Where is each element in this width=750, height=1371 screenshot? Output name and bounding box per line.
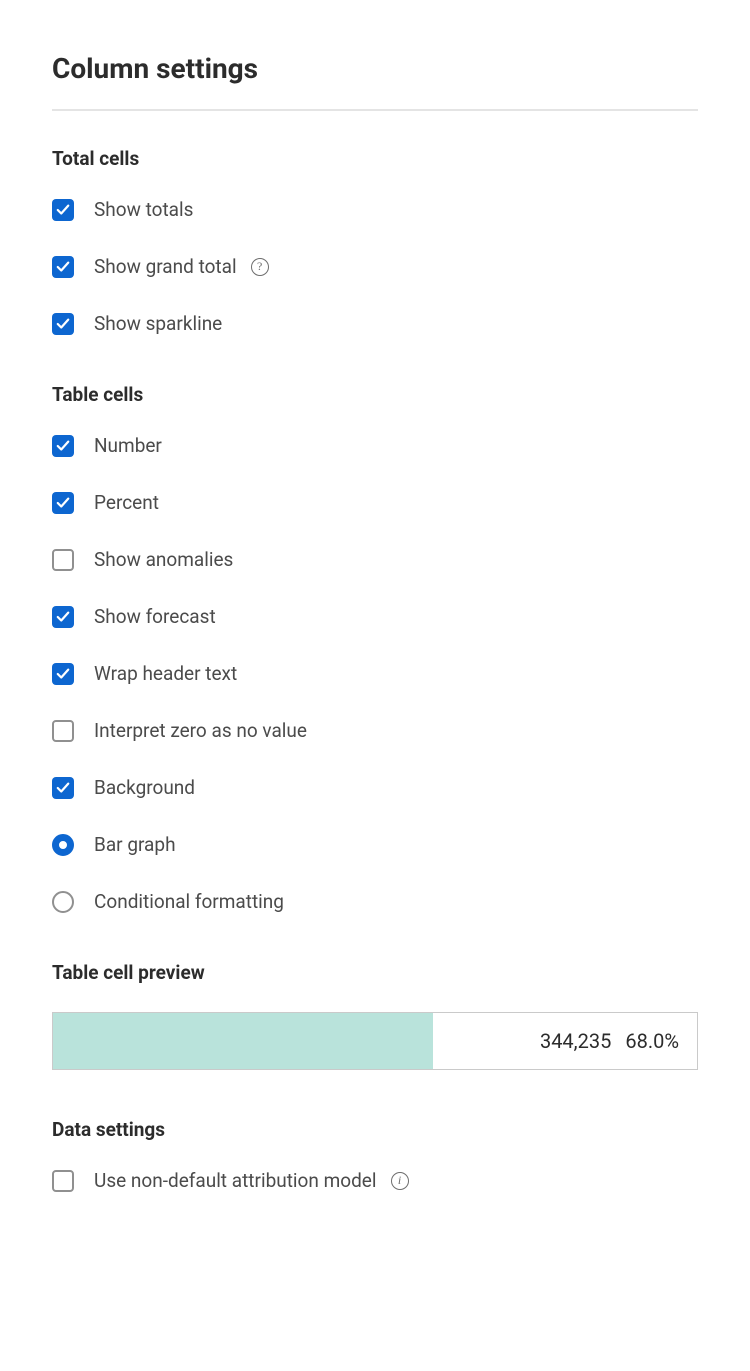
table-cells-section: Table cells Number Percent Show anomalie… bbox=[52, 383, 698, 913]
check-icon bbox=[56, 203, 70, 217]
show-totals-label[interactable]: Show totals bbox=[94, 198, 193, 221]
percent-label[interactable]: Percent bbox=[94, 491, 159, 514]
non-default-attribution-label[interactable]: Use non-default attribution model bbox=[94, 1169, 377, 1192]
show-sparkline-label[interactable]: Show sparkline bbox=[94, 312, 222, 335]
non-default-attribution-row: Use non-default attribution model bbox=[52, 1169, 698, 1192]
percent-checkbox[interactable] bbox=[52, 492, 74, 514]
show-sparkline-row: Show sparkline bbox=[52, 312, 698, 335]
data-settings-heading: Data settings bbox=[52, 1118, 698, 1141]
non-default-attribution-checkbox[interactable] bbox=[52, 1170, 74, 1192]
total-cells-heading: Total cells bbox=[52, 147, 698, 170]
show-totals-checkbox[interactable] bbox=[52, 199, 74, 221]
background-row: Background bbox=[52, 776, 698, 799]
table-cell-preview: 344,235 68.0% bbox=[52, 1012, 698, 1070]
bar-graph-label[interactable]: Bar graph bbox=[94, 833, 176, 856]
table-cell-preview-section: Table cell preview 344,235 68.0% bbox=[52, 961, 698, 1070]
help-icon[interactable] bbox=[251, 258, 269, 276]
show-grand-total-checkbox[interactable] bbox=[52, 256, 74, 278]
preview-number: 344,235 bbox=[540, 1029, 611, 1053]
title-divider bbox=[52, 109, 698, 111]
background-label[interactable]: Background bbox=[94, 776, 195, 799]
percent-row: Percent bbox=[52, 491, 698, 514]
interpret-zero-checkbox[interactable] bbox=[52, 720, 74, 742]
check-icon bbox=[56, 439, 70, 453]
conditional-formatting-radio[interactable] bbox=[52, 891, 74, 913]
show-grand-total-row: Show grand total bbox=[52, 255, 698, 278]
show-anomalies-row: Show anomalies bbox=[52, 548, 698, 571]
show-forecast-label[interactable]: Show forecast bbox=[94, 605, 216, 628]
preview-percent: 68.0% bbox=[625, 1029, 679, 1053]
check-icon bbox=[56, 781, 70, 795]
preview-bar bbox=[53, 1013, 433, 1069]
check-icon bbox=[56, 667, 70, 681]
bar-graph-row: Bar graph bbox=[52, 833, 698, 856]
number-checkbox[interactable] bbox=[52, 435, 74, 457]
number-row: Number bbox=[52, 434, 698, 457]
check-icon bbox=[56, 610, 70, 624]
check-icon bbox=[56, 260, 70, 274]
bar-graph-radio[interactable] bbox=[52, 834, 74, 856]
conditional-formatting-label[interactable]: Conditional formatting bbox=[94, 890, 284, 913]
wrap-header-label[interactable]: Wrap header text bbox=[94, 662, 237, 685]
show-forecast-checkbox[interactable] bbox=[52, 606, 74, 628]
interpret-zero-row: Interpret zero as no value bbox=[52, 719, 698, 742]
total-cells-section: Total cells Show totals Show grand total… bbox=[52, 147, 698, 335]
preview-values: 344,235 68.0% bbox=[540, 1029, 679, 1053]
check-icon bbox=[56, 496, 70, 510]
background-checkbox[interactable] bbox=[52, 777, 74, 799]
table-cell-preview-heading: Table cell preview bbox=[52, 961, 698, 984]
show-sparkline-checkbox[interactable] bbox=[52, 313, 74, 335]
show-anomalies-label[interactable]: Show anomalies bbox=[94, 548, 233, 571]
show-totals-row: Show totals bbox=[52, 198, 698, 221]
table-cells-heading: Table cells bbox=[52, 383, 698, 406]
show-anomalies-checkbox[interactable] bbox=[52, 549, 74, 571]
page-title: Column settings bbox=[52, 52, 698, 85]
conditional-formatting-row: Conditional formatting bbox=[52, 890, 698, 913]
wrap-header-row: Wrap header text bbox=[52, 662, 698, 685]
check-icon bbox=[56, 317, 70, 331]
data-settings-section: Data settings Use non-default attributio… bbox=[52, 1118, 698, 1192]
wrap-header-checkbox[interactable] bbox=[52, 663, 74, 685]
number-label[interactable]: Number bbox=[94, 434, 162, 457]
show-forecast-row: Show forecast bbox=[52, 605, 698, 628]
info-icon[interactable] bbox=[391, 1172, 409, 1190]
interpret-zero-label[interactable]: Interpret zero as no value bbox=[94, 719, 307, 742]
show-grand-total-label[interactable]: Show grand total bbox=[94, 255, 237, 278]
